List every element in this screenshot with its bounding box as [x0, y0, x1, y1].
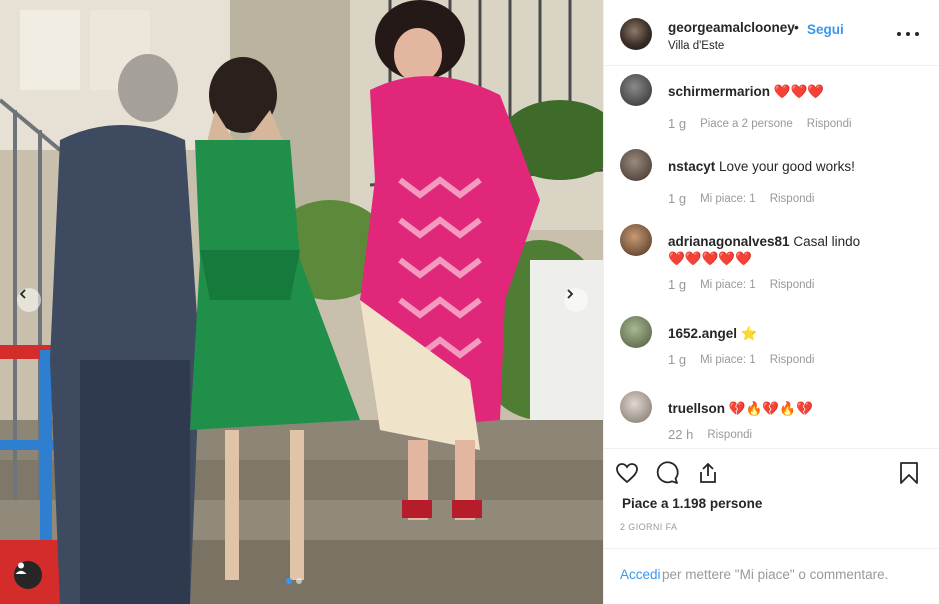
comments-list[interactable]: schirmermarion ❤️❤️❤️ 1 g Piace a 2 pers…: [604, 66, 939, 448]
commenter-avatar[interactable]: [620, 224, 652, 256]
carousel-dot: [296, 578, 302, 584]
comment-body: ❤️❤️❤️: [773, 84, 825, 99]
reply-button[interactable]: Rispondi: [807, 118, 852, 130]
commenter-username[interactable]: nstacyt: [668, 159, 715, 174]
share-icon: [700, 462, 716, 483]
comment-time: 1 g: [668, 191, 687, 206]
reply-button[interactable]: Rispondi: [770, 193, 815, 205]
comment-meta: 1 g Mi piace: 1 Rispondi: [668, 352, 814, 367]
carousel-next-button[interactable]: [564, 288, 588, 312]
follow-button[interactable]: Segui: [807, 22, 844, 37]
comment-likes[interactable]: Mi piace: 1: [700, 354, 756, 366]
comment-text: adrianagonalves81 Casal lindo ❤️❤️❤️❤️❤️: [668, 233, 918, 267]
comment-item: nstacyt Love your good works! 1 g Mi pia…: [604, 149, 939, 213]
comment-meta: 1 g Mi piace: 1 Rispondi: [668, 277, 814, 292]
author-avatar[interactable]: [620, 18, 652, 50]
more-options-button[interactable]: [897, 24, 919, 44]
login-prompt: Accedi per mettere "Mi piace" o commenta…: [604, 548, 939, 604]
commenter-username[interactable]: truellson: [668, 401, 725, 416]
comment-body: Casal lindo: [793, 234, 861, 249]
comment-time: 1 g: [668, 352, 687, 367]
comment-meta: 1 g Mi piace: 1 Rispondi: [668, 191, 814, 206]
post-header: georgeamalclooney • Segui Villa d'Este: [604, 0, 939, 66]
post-location[interactable]: Villa d'Este: [668, 40, 724, 52]
comment-text: 1652.angel ⭐: [668, 325, 918, 342]
carousel-indicator: [286, 578, 302, 584]
heart-outline-icon: [616, 463, 638, 484]
login-prompt-text: per mettere "Mi piace" o commentare.: [662, 567, 889, 582]
comment-button[interactable]: [654, 460, 680, 486]
user-tag-icon: [15, 562, 27, 574]
chevron-left-icon: [19, 289, 26, 299]
comment-body: Love your good works!: [719, 159, 855, 174]
reply-button[interactable]: Rispondi: [707, 429, 752, 441]
post-photo[interactable]: [0, 0, 603, 604]
commenter-avatar[interactable]: [620, 316, 652, 348]
comment-likes[interactable]: Mi piace: 1: [700, 279, 756, 291]
reply-button[interactable]: Rispondi: [770, 354, 815, 366]
commenter-username[interactable]: schirmermarion: [668, 84, 770, 99]
carousel-dot-active: [286, 578, 292, 584]
like-button[interactable]: [614, 460, 640, 486]
commenter-avatar[interactable]: [620, 391, 652, 423]
more-horizontal-icon: [897, 32, 901, 36]
save-button[interactable]: [896, 460, 922, 486]
login-link[interactable]: Accedi: [620, 567, 661, 582]
comment-item: truellson 💔🔥💔🔥💔 22 h Rispondi: [604, 391, 939, 448]
header-separator: •: [794, 19, 799, 35]
comment-meta: 1 g Piace a 2 persone Rispondi: [668, 116, 852, 131]
comment-body: 💔🔥💔🔥💔: [728, 401, 813, 416]
comment-meta: 22 h Rispondi: [668, 427, 752, 442]
commenter-avatar[interactable]: [620, 149, 652, 181]
share-button[interactable]: [695, 460, 721, 486]
comment-time: 1 g: [668, 277, 687, 292]
carousel-prev-button[interactable]: [17, 288, 41, 312]
comment-body: ⭐: [740, 326, 758, 341]
comment-text: nstacyt Love your good works!: [668, 158, 918, 175]
bookmark-icon: [900, 462, 918, 484]
comment-item: adrianagonalves81 Casal lindo ❤️❤️❤️❤️❤️…: [604, 224, 939, 304]
comment-item: schirmermarion ❤️❤️❤️ 1 g Piace a 2 pers…: [604, 74, 939, 138]
user-tag-button[interactable]: [14, 561, 42, 589]
comment-likes[interactable]: Mi piace: 1: [700, 193, 756, 205]
comment-likes[interactable]: Piace a 2 persone: [700, 118, 793, 130]
comment-item: 1652.angel ⭐ 1 g Mi piace: 1 Rispondi: [604, 316, 939, 380]
comment-text: truellson 💔🔥💔🔥💔: [668, 400, 918, 417]
comment-bubble-icon: [656, 461, 679, 484]
chevron-right-icon: [567, 289, 574, 299]
reply-button[interactable]: Rispondi: [770, 279, 815, 291]
post-side-panel: georgeamalclooney • Segui Villa d'Este s…: [603, 0, 939, 604]
post-timestamp: 2 GIORNI FA: [620, 522, 678, 532]
comment-time: 22 h: [668, 427, 694, 442]
commenter-username[interactable]: adrianagonalves81: [668, 234, 790, 249]
commenter-avatar[interactable]: [620, 74, 652, 106]
commenter-username[interactable]: 1652.angel: [668, 326, 737, 341]
comment-body-line2: ❤️❤️❤️❤️❤️: [668, 251, 753, 266]
instagram-post-view: georgeamalclooney • Segui Villa d'Este s…: [0, 0, 939, 604]
comment-text: schirmermarion ❤️❤️❤️: [668, 83, 918, 100]
likes-count[interactable]: Piace a 1.198 persone: [622, 496, 762, 511]
author-username[interactable]: georgeamalclooney: [668, 20, 795, 35]
comment-time: 1 g: [668, 116, 687, 131]
photo-illustration: [0, 0, 603, 604]
